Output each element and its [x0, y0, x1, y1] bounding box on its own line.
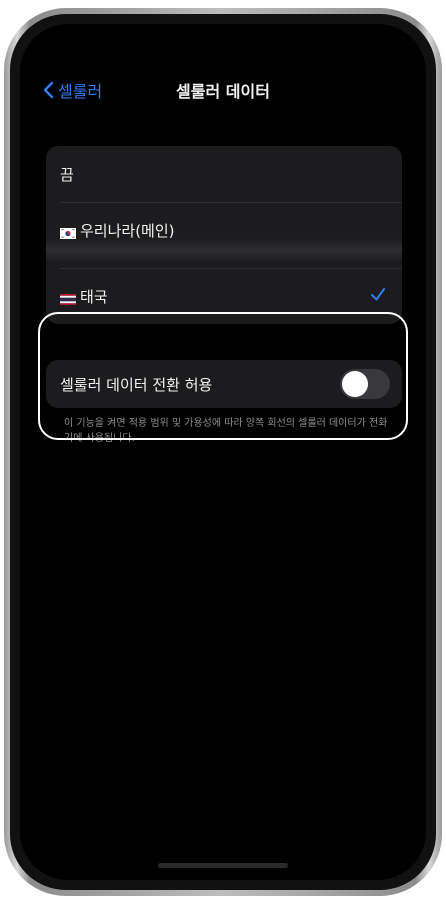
- option-label: 끔: [60, 165, 74, 184]
- page-title: 셀룰러 데이터: [176, 82, 270, 101]
- blurred-band: [46, 238, 402, 262]
- home-indicator: [158, 863, 288, 868]
- screen: 셀룰러 셀룰러 데이터 끔 우리나라(메인) 태국 셀룰러 데이터 전환 허용 …: [20, 24, 426, 880]
- checkmark-icon: [371, 288, 385, 301]
- korea-flag-icon: [60, 225, 76, 239]
- phone-bezel: 셀룰러 셀룰러 데이터 끔 우리나라(메인) 태국 셀룰러 데이터 전환 허용 …: [10, 14, 436, 890]
- phone-frame: 셀룰러 셀룰러 데이터 끔 우리나라(메인) 태국 셀룰러 데이터 전환 허용 …: [4, 8, 442, 896]
- divider: [60, 202, 402, 203]
- navigation-bar: 셀룰러 셀룰러 데이터: [20, 74, 426, 104]
- option-label: 태국: [80, 287, 108, 306]
- thailand-flag-icon: [60, 291, 76, 305]
- option-off[interactable]: 끔: [46, 146, 402, 202]
- cellular-data-options: 끔 우리나라(메인) 태국: [46, 146, 402, 324]
- highlight-outline: [38, 312, 408, 440]
